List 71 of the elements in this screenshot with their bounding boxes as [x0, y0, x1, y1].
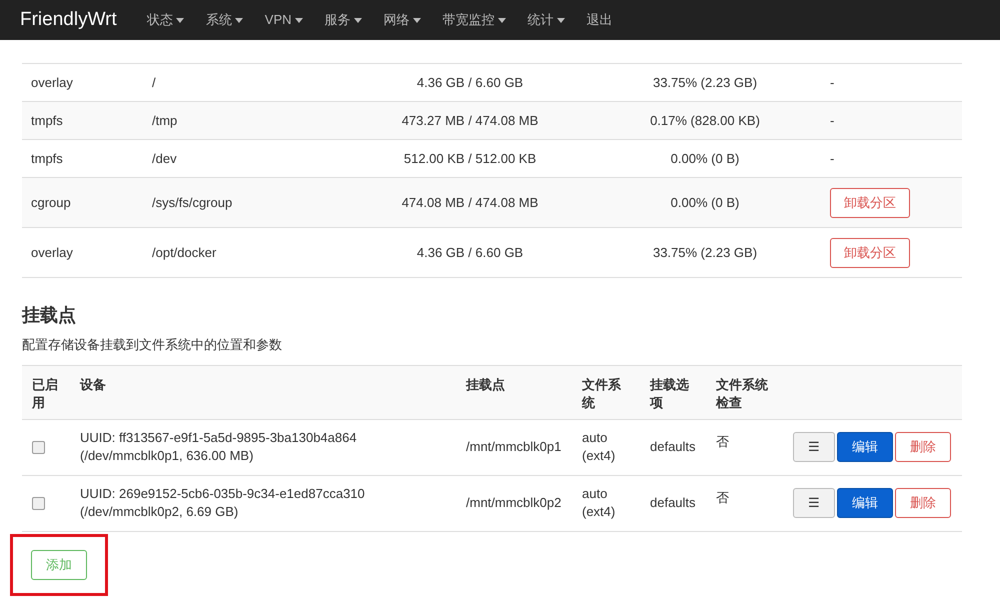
nav-menu-item[interactable]: 网络 [384, 10, 421, 30]
delete-button[interactable]: 删除 [895, 432, 951, 462]
device-uuid: UUID: ff313567-e9f1-5a5d-9895-3ba130b4a864 [80, 429, 358, 447]
table-cell-text: 否 [716, 432, 730, 450]
enable-checkbox[interactable] [32, 440, 45, 454]
nav-menu-item[interactable]: 统计 [528, 10, 565, 30]
column-header: 已启用 [30, 376, 59, 412]
table-cell-text: 0.17% (828.00 KB) [649, 112, 761, 130]
table-cell: - [830, 74, 834, 90]
device-detail: (/dev/mmcblk0p2, 6.69 GB) [80, 503, 240, 521]
table-cell-text: /mnt/mmcblk0p1 [466, 438, 562, 456]
nav-menu-item[interactable]: 状态 [146, 10, 184, 30]
table-cell-text: 否 [716, 488, 730, 506]
edit-button[interactable]: 编辑 [837, 432, 893, 462]
caret-icon [234, 18, 243, 22]
device-detail: (/dev/mmcblk0p1, 636.00 MB) [80, 447, 254, 465]
table-cell-text: 4.36 GB / 6.60 GB [416, 74, 524, 92]
table-cell: - [830, 150, 834, 166]
nav-menu-item[interactable]: 退出 [586, 10, 613, 30]
menu-button[interactable]: ☰ [793, 488, 835, 518]
caret-icon [294, 18, 303, 22]
table-cell-text: auto [582, 429, 608, 447]
caret-icon [556, 18, 565, 22]
table-cell-text: / [151, 74, 157, 92]
enable-checkbox[interactable] [32, 496, 45, 510]
column-header: 设备 [80, 376, 107, 394]
caret-icon [498, 18, 506, 22]
table-cell-text: overlay [30, 244, 74, 262]
nav-menu-item[interactable]: VPN [264, 10, 303, 30]
unmount-button[interactable]: 卸载分区 [830, 188, 910, 218]
edit-button[interactable]: 编辑 [837, 488, 893, 518]
table-cell-text: /mnt/mmcblk0p2 [466, 494, 562, 512]
table-cell-text: 0.00% (0 B) [670, 194, 740, 212]
table-cell-text: 33.75% (2.23 GB) [652, 244, 758, 262]
table-cell-text: /sys/fs/cgroup [151, 194, 234, 212]
brand-logo[interactable]: FriendlyWrt [20, 6, 117, 34]
table-cell: - [830, 112, 834, 128]
table-cell-text: /dev [151, 150, 178, 168]
table-cell-text: 474.08 MB / 474.08 MB [400, 194, 540, 212]
delete-button[interactable]: 删除 [895, 488, 951, 518]
section-title: 挂载点 [22, 304, 77, 327]
table-cell-text: 4.36 GB / 6.60 GB [416, 244, 524, 262]
table-cell-text: overlay [30, 74, 74, 92]
table-cell-text: defaults [650, 494, 697, 512]
table-cell-text: 473.27 MB / 474.08 MB [400, 112, 540, 130]
table-cell-text: 0.00% (0 B) [670, 150, 740, 168]
table-cell-text: cgroup [30, 194, 72, 212]
nav-menu-item[interactable]: 服务 [324, 10, 362, 30]
column-header: 文件系统检查 [716, 376, 769, 412]
table-cell-text: tmpfs [30, 150, 64, 168]
caret-icon [412, 18, 421, 22]
table-cell-text: auto [582, 485, 608, 503]
table-cell-text: /opt/docker [151, 244, 218, 262]
table-cell-text: (ext4) [582, 447, 616, 465]
unmount-button[interactable]: 卸载分区 [830, 238, 910, 268]
caret-icon [354, 18, 362, 22]
table-cell-text: tmpfs [30, 112, 64, 130]
column-header: 挂载点 [466, 376, 506, 394]
menu-button[interactable]: ☰ [793, 432, 835, 462]
column-header: 挂载选项 [650, 376, 690, 412]
table-cell-text: /tmp [151, 112, 178, 130]
nav-menu-item[interactable]: 系统 [206, 10, 243, 30]
nav-menu-item[interactable]: 带宽监控 [442, 10, 506, 30]
table-cell-text: defaults [650, 438, 697, 456]
section-description: 配置存储设备挂载到文件系统中的位置和参数 [22, 336, 283, 354]
column-header: 文件系统 [582, 376, 622, 412]
caret-icon [176, 18, 184, 22]
table-cell-text: 33.75% (2.23 GB) [652, 74, 758, 92]
device-uuid: UUID: 269e9152-5cb6-035b-9c34-e1ed87cca310 [80, 485, 366, 503]
table-cell-text: (ext4) [582, 503, 616, 521]
table-cell-text: 512.00 KB / 512.00 KB [402, 150, 538, 168]
